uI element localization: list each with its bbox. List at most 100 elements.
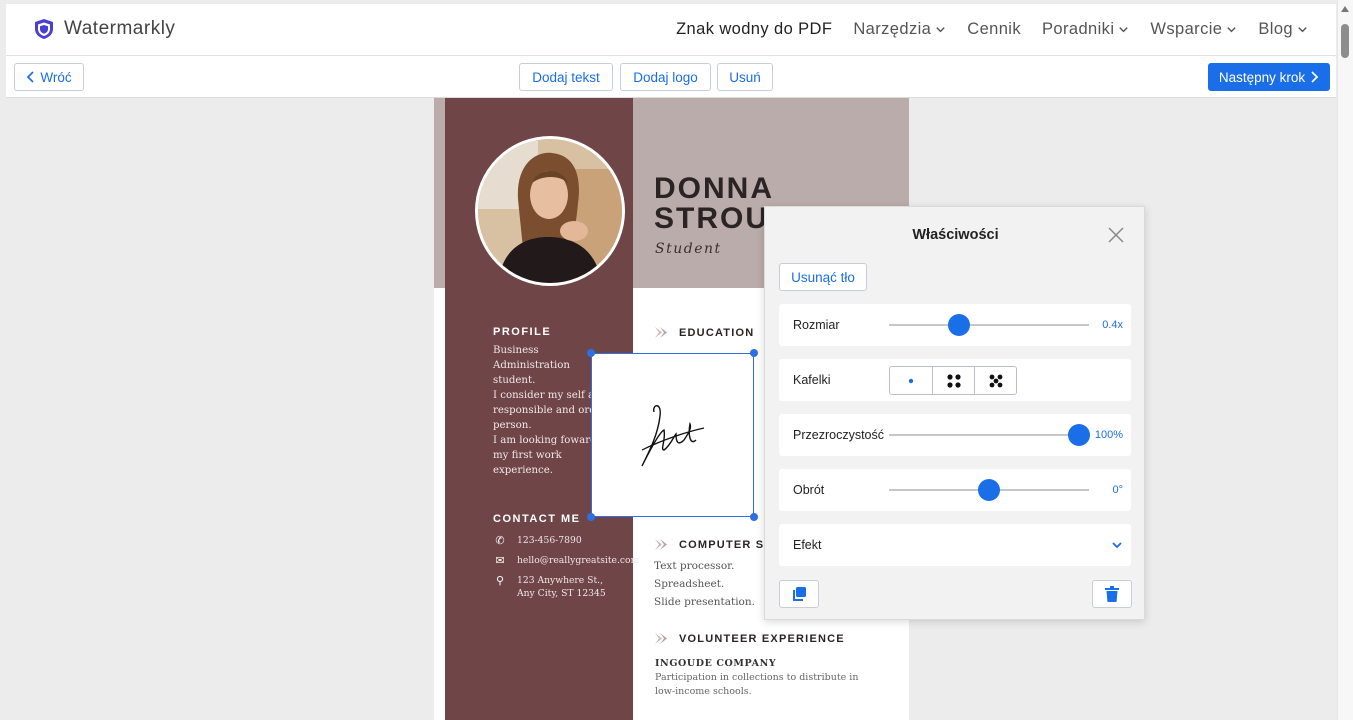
- rotation-slider-knob[interactable]: [978, 479, 1000, 501]
- nav-item-blog[interactable]: Blog: [1258, 20, 1308, 39]
- chevron-down-icon: [1298, 27, 1307, 33]
- delete-button[interactable]: Usuń: [717, 63, 773, 91]
- chevron-down-icon: [1119, 27, 1129, 33]
- volunteer-description: Participation in collections to distribu…: [655, 671, 870, 698]
- back-button[interactable]: Wróć: [14, 63, 84, 91]
- trash-icon: [1105, 586, 1119, 602]
- scrollbar-thumb[interactable]: [1341, 24, 1349, 58]
- shield-logo-icon: [35, 19, 53, 39]
- add-logo-button-label: Dodaj logo: [633, 69, 698, 85]
- main-nav: Znak wodny do PDF Narzędzia Cennik Porad…: [676, 20, 1308, 39]
- close-icon[interactable]: [1108, 227, 1124, 243]
- nav-item-label: Poradniki: [1042, 20, 1115, 38]
- four-dots-icon: [946, 373, 961, 388]
- brand-logo[interactable]: Watermarkly: [34, 18, 175, 40]
- opacity-value: 100%: [1094, 429, 1123, 441]
- nav-item-pricing[interactable]: Cennik: [967, 20, 1021, 39]
- five-dots-icon: [989, 374, 1002, 387]
- email-text: hello@reallygreatsite.com: [517, 555, 640, 566]
- delete-watermark-button[interactable]: [1092, 580, 1132, 608]
- size-slider[interactable]: [889, 314, 1089, 336]
- contact-address: ⚲ 123 Anywhere St., Any City, ST 12345: [493, 574, 606, 600]
- opacity-label: Przezroczystość: [793, 428, 884, 442]
- duplicate-button[interactable]: [779, 580, 819, 608]
- address-line: 123 Anywhere St.,: [517, 575, 603, 586]
- resize-handle-top-right[interactable]: [750, 349, 758, 357]
- chevron-arrow-icon: [655, 633, 667, 644]
- profile-heading: PROFILE: [493, 326, 552, 338]
- nav-item-label: Znak wodny do PDF: [676, 20, 833, 38]
- top-navigation-bar: Watermarkly Znak wodny do PDF Narzędzia …: [6, 4, 1336, 56]
- chevron-down-icon: [1227, 27, 1237, 33]
- portrait-image: [478, 139, 622, 283]
- skill-item: Text processor.: [654, 560, 735, 572]
- page-scrollbar[interactable]: [1337, 0, 1353, 720]
- effect-row[interactable]: Efekt: [779, 524, 1131, 566]
- skill-item: Slide presentation.: [654, 596, 755, 608]
- location-pin-icon: ⚲: [495, 574, 505, 587]
- properties-panel: Właściwości Usunąć tło Rozmiar 0.4x Kafe…: [764, 206, 1145, 620]
- rotation-value: 0°: [1112, 484, 1123, 496]
- back-button-label: Wróć: [40, 69, 72, 85]
- nav-item-guides[interactable]: Poradniki: [1042, 20, 1129, 39]
- nav-item-support[interactable]: Wsparcie: [1150, 20, 1237, 39]
- size-value: 0.4x: [1102, 319, 1123, 331]
- contact-email: ✉ hello@reallygreatsite.com: [493, 554, 640, 568]
- nav-item-label: Cennik: [967, 20, 1022, 38]
- tiles-row: Kafelki: [779, 359, 1131, 401]
- phone-icon: ✆: [495, 534, 505, 547]
- nav-item-label: Wsparcie: [1150, 20, 1223, 38]
- effect-label: Efekt: [793, 538, 822, 552]
- add-text-button[interactable]: Dodaj tekst: [519, 63, 613, 91]
- delete-button-label: Usuń: [729, 69, 761, 85]
- add-text-button-label: Dodaj tekst: [532, 69, 600, 85]
- education-title: EDUCATION: [679, 326, 755, 339]
- tile-single-option[interactable]: [890, 367, 932, 394]
- tile-pattern-option[interactable]: [974, 367, 1016, 394]
- skill-item: Spreadsheet.: [654, 578, 725, 590]
- remove-background-button[interactable]: Usunąć tło: [779, 263, 867, 291]
- chevron-down-icon: [936, 27, 945, 33]
- contact-phone: ✆ 123-456-7890: [493, 534, 582, 548]
- resize-handle-bottom-right[interactable]: [750, 513, 758, 521]
- next-step-button-label: Następny krok: [1218, 69, 1306, 85]
- add-logo-button[interactable]: Dodaj logo: [620, 63, 711, 91]
- chevron-left-icon: [27, 71, 34, 83]
- phone-text: 123-456-7890: [517, 535, 582, 546]
- contact-heading: CONTACT ME: [493, 513, 581, 525]
- rotation-slider[interactable]: [889, 479, 1089, 501]
- volunteer-heading: VOLUNTEER EXPERIENCE: [654, 632, 845, 645]
- next-step-button[interactable]: Następny krok: [1208, 63, 1330, 91]
- remove-background-label: Usunąć tło: [791, 269, 855, 285]
- rotation-row: Obrót 0°: [779, 469, 1131, 511]
- tiles-toggle-group: [889, 366, 1017, 395]
- profile-photo: [475, 136, 625, 286]
- rotation-label: Obrót: [793, 483, 825, 497]
- editor-toolbar: Wróć Dodaj tekst Dodaj logo Usuń Następn…: [6, 56, 1336, 98]
- opacity-slider[interactable]: [889, 424, 1090, 446]
- panel-title: Właściwości: [912, 227, 999, 243]
- opacity-row: Przezroczystość 100%: [779, 414, 1131, 456]
- resize-handle-bottom-left[interactable]: [587, 513, 595, 521]
- nav-item-pdf-watermark[interactable]: Znak wodny do PDF: [676, 20, 832, 39]
- nav-item-label: Narzędzia: [853, 20, 932, 38]
- nav-item-label: Blog: [1258, 20, 1293, 38]
- chevron-arrow-icon: [655, 539, 667, 550]
- signature-watermark[interactable]: [587, 349, 758, 521]
- scroll-up-arrow-icon[interactable]: [1341, 6, 1349, 12]
- tile-grid-option[interactable]: [932, 367, 974, 394]
- signature-image: [641, 405, 705, 467]
- size-slider-knob[interactable]: [948, 314, 970, 336]
- copy-icon: [793, 587, 806, 601]
- opacity-slider-knob[interactable]: [1068, 424, 1090, 446]
- brand-name: Watermarkly: [64, 18, 176, 39]
- volunteer-description-line: Participation in collections to distribu…: [655, 672, 859, 683]
- volunteer-description-line: low-income schools.: [655, 685, 752, 697]
- size-label: Rozmiar: [793, 318, 840, 332]
- resize-handle-top-left[interactable]: [587, 349, 595, 357]
- nav-item-tools[interactable]: Narzędzia: [853, 20, 946, 39]
- chevron-right-icon: [1311, 71, 1319, 83]
- mail-icon: ✉: [495, 554, 505, 567]
- address-text: 123 Anywhere St., Any City, ST 12345: [517, 575, 606, 600]
- resume-name-line: DONNA: [654, 172, 774, 205]
